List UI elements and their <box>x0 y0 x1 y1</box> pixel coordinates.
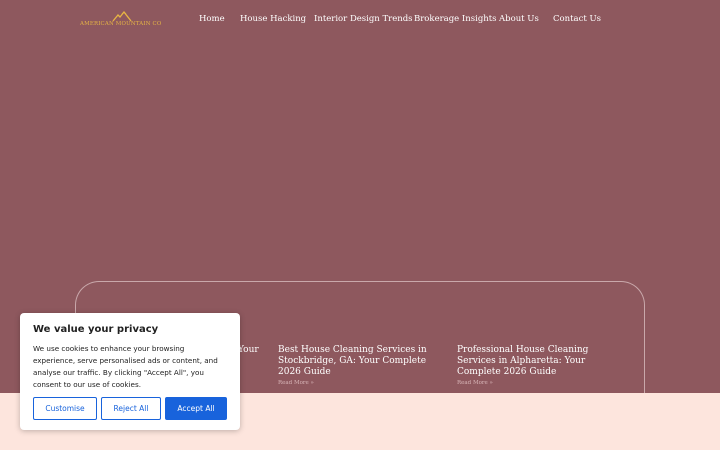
post-card-2[interactable]: Best House Cleaning Services in Stockbri… <box>278 345 448 386</box>
cookie-consent-banner: We value your privacy We use cookies to … <box>20 313 240 430</box>
reject-all-button[interactable]: Reject All <box>101 397 161 420</box>
site-header: AMERICAN MOUNTAIN CO Home House Hacking … <box>0 0 720 40</box>
post-card-1[interactable]: Your <box>238 345 278 356</box>
accept-all-button[interactable]: Accept All <box>165 397 227 420</box>
read-more-link[interactable]: Read More » <box>278 380 448 386</box>
post-card-3[interactable]: Professional House Cleaning Services in … <box>457 345 627 386</box>
brand-logo[interactable]: AMERICAN MOUNTAIN CO <box>80 10 162 30</box>
nav-home[interactable]: Home <box>199 14 225 24</box>
read-more-link[interactable]: Read More » <box>457 380 627 386</box>
cookie-title: We value your privacy <box>33 324 159 335</box>
cookie-buttons: Customise Reject All Accept All <box>33 397 227 420</box>
nav-house-hacking[interactable]: House Hacking <box>240 14 306 24</box>
customise-button[interactable]: Customise <box>33 397 97 420</box>
nav-brokerage-insights[interactable]: Brokerage Insights <box>414 14 497 24</box>
post-title[interactable]: Best House Cleaning Services in Stockbri… <box>278 345 448 378</box>
brand-name: AMERICAN MOUNTAIN CO <box>80 21 162 27</box>
post-title[interactable]: Professional House Cleaning Services in … <box>457 345 627 378</box>
nav-contact-us[interactable]: Contact Us <box>553 14 601 24</box>
cookie-message: We use cookies to enhance your browsing … <box>33 344 218 389</box>
post-title[interactable]: Your <box>238 345 278 356</box>
nav-interior-design-trends[interactable]: Interior Design Trends <box>314 14 413 24</box>
nav-about-us[interactable]: About Us <box>499 14 539 24</box>
